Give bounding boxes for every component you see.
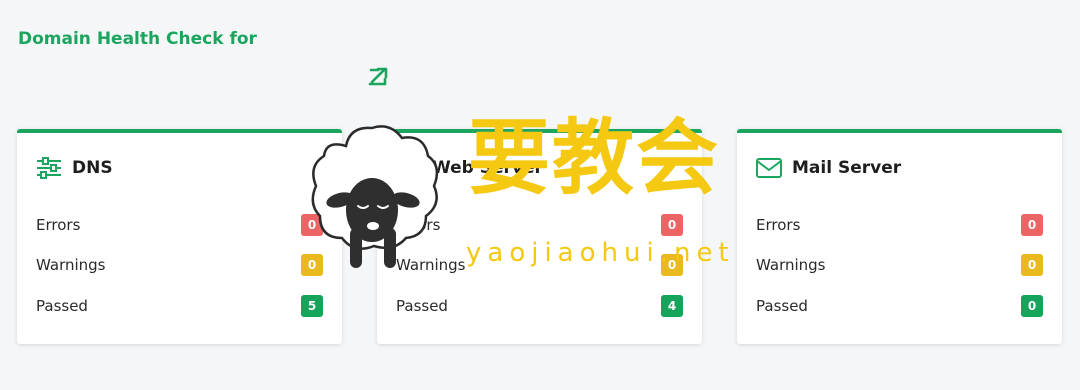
- passed-count-badge: 4: [661, 295, 683, 317]
- watermark-url: yaojiaohui.net: [466, 238, 735, 268]
- passed-row: Passed 5: [36, 294, 323, 318]
- errors-row: Errors 0: [36, 213, 323, 237]
- errors-count-badge: 0: [661, 214, 683, 236]
- passed-label: Passed: [756, 297, 808, 315]
- passed-label: Passed: [396, 297, 448, 315]
- passed-count-badge: 5: [301, 295, 323, 317]
- warnings-label: Warnings: [756, 256, 826, 274]
- passed-count-badge: 0: [1021, 295, 1043, 317]
- envelope-icon: [756, 158, 782, 178]
- passed-row: Passed 0: [756, 294, 1043, 318]
- watermark-text: 要教会: [468, 111, 721, 206]
- card-title: Mail Server: [792, 158, 902, 178]
- warnings-row: Warnings 0: [756, 253, 1043, 277]
- errors-label: Errors: [36, 216, 81, 234]
- warnings-row: Warnings 0: [36, 253, 323, 277]
- warnings-count-badge: 0: [1021, 254, 1043, 276]
- warnings-label: Warnings: [36, 256, 106, 274]
- sliders-icon: [36, 157, 62, 179]
- errors-row: Errors 0: [756, 213, 1043, 237]
- mail-server-card: Mail Server Errors 0 Warnings 0 Passed 0: [737, 129, 1062, 344]
- card-title: DNS: [72, 158, 113, 178]
- errors-label: Errors: [756, 216, 801, 234]
- mail-server-card-header: Mail Server: [756, 154, 901, 182]
- external-link-icon[interactable]: [366, 65, 390, 89]
- watermark-sheep-logo: [306, 120, 442, 272]
- passed-label: Passed: [36, 297, 88, 315]
- page-title: Domain Health Check for: [18, 29, 257, 49]
- errors-count-badge: 0: [1021, 214, 1043, 236]
- dns-card-header: DNS: [36, 154, 113, 182]
- dns-card: DNS Errors 0 Warnings 0 Passed 5: [17, 129, 342, 344]
- passed-row: Passed 4: [396, 294, 683, 318]
